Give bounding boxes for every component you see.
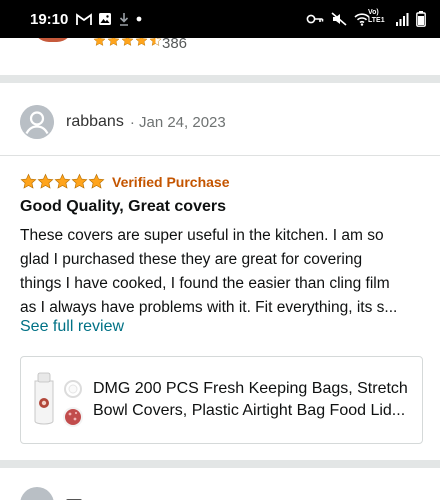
section-divider [0, 460, 440, 468]
battery-icon [416, 11, 426, 27]
star-icon [121, 38, 134, 46]
review-body: These covers are super useful in the kit… [20, 224, 422, 320]
product-image [29, 367, 87, 435]
dot-icon [136, 16, 142, 22]
gmail-icon [76, 12, 93, 26]
peek-rating-count: 386 [162, 38, 188, 52]
half-star-icon [149, 38, 162, 46]
star-icon [54, 173, 71, 189]
status-bar: 19:10 Vo) LTE1 [0, 0, 440, 38]
star-icon [107, 38, 120, 46]
star-rating [20, 173, 105, 190]
section-divider [0, 75, 440, 83]
avatar [20, 487, 54, 500]
peek-star-rating [93, 38, 162, 47]
network-label-lte: LTE1 [368, 17, 385, 24]
star-icon [20, 173, 37, 189]
review-title: Good Quality, Great covers [20, 198, 226, 215]
review-body-line: as I always have problems with it. Fit e… [20, 299, 398, 316]
reviewer-row: rabbans · Jan 24, 2023 [20, 102, 226, 142]
status-left-icons [76, 12, 142, 26]
previous-review-peek[interactable]: 386 [0, 38, 440, 72]
wifi-icon: Vo) LTE1 [354, 9, 388, 26]
status-time: 19:10 [30, 10, 69, 28]
network-label-volte: Vo) [368, 9, 379, 16]
review-body-line: things I have cooked, I found the easier… [20, 275, 390, 292]
download-icon [118, 12, 130, 26]
star-icon [135, 38, 148, 46]
verified-purchase-badge: Verified Purchase [112, 173, 230, 190]
star-icon [93, 38, 106, 46]
product-title-line: DMG 200 PCS Fresh Keeping Bags, Stretch [93, 380, 408, 397]
signal-icon [395, 12, 409, 26]
next-review-peek [20, 487, 82, 500]
status-right-icons: Vo) LTE1 [306, 9, 426, 27]
star-icon [71, 173, 88, 189]
product-title[interactable]: DMG 200 PCS Fresh Keeping Bags, Stretch … [93, 378, 415, 422]
star-icon [37, 173, 54, 189]
product-title-line: Bowl Covers, Plastic Airtight Bag Food L… [93, 402, 406, 419]
header-divider [0, 155, 440, 156]
review-body-line: These covers are super useful in the kit… [20, 227, 384, 244]
mute-icon [331, 12, 347, 26]
user-silhouette-icon [20, 105, 54, 139]
product-thumbnail-peek [33, 38, 73, 42]
key-icon [306, 13, 324, 25]
review-date: · Jan 24, 2023 [129, 113, 226, 131]
avatar [20, 105, 54, 139]
image-icon [98, 12, 112, 26]
product-card[interactable]: DMG 200 PCS Fresh Keeping Bags, Stretch … [20, 356, 423, 444]
rating-row: Verified Purchase [20, 173, 230, 190]
review-body-line: glad I purchased these they are great fo… [20, 251, 363, 268]
star-icon [88, 173, 105, 189]
see-full-review-link[interactable]: See full review [20, 318, 124, 336]
reviewer-name[interactable]: rabbans [66, 113, 124, 131]
